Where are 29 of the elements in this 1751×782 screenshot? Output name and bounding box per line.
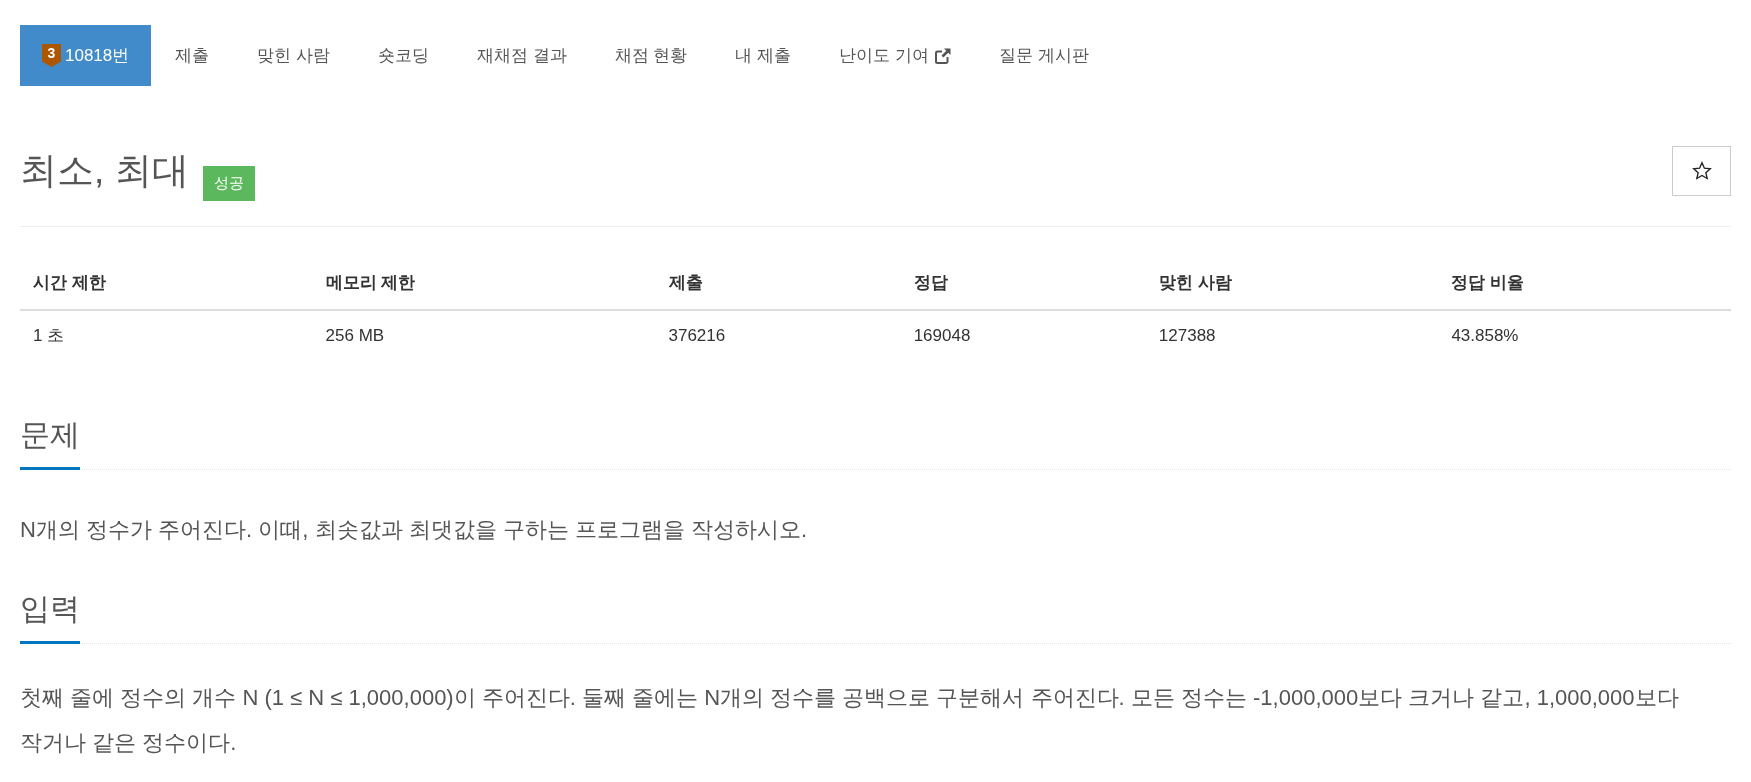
section-heading: 입력 bbox=[20, 591, 80, 644]
section-heading: 문제 bbox=[20, 417, 80, 470]
section-paragraph: 첫째 줄에 정수의 개수 N (1 ≤ N ≤ 1,000,000)이 주어진다. 둘째 줄에는 N개의 정수를 공백으로 구분해서 주어진다. 모든 정수는 -1,000,000보다 크거나 같고, 1,000,000보다 작거나 같은 정수이다. bbox=[20, 684, 1680, 757]
nav-tab[interactable]: 3 10818번 bbox=[20, 25, 152, 86]
nav-tab[interactable]: 맞힌 사람 bbox=[233, 25, 354, 86]
table-cell: 256 MB bbox=[312, 310, 656, 361]
column-header: 정답 bbox=[900, 257, 1146, 310]
table-cell: 127388 bbox=[1145, 310, 1439, 361]
nav-tab[interactable]: 제출 bbox=[151, 25, 234, 86]
column-header: 맞힌 사람 bbox=[1145, 257, 1439, 310]
section-paragraph: N개의 정수가 주어진다. 이때, 최솟값과 최댓값을 구하는 프로그램을 작성하시오. bbox=[20, 516, 809, 544]
nav-tab[interactable]: 채점 현황 bbox=[590, 25, 712, 86]
star-button[interactable] bbox=[1672, 146, 1731, 196]
column-header: 메모리 제한 bbox=[312, 257, 656, 310]
status-badge: 성공 bbox=[202, 166, 255, 201]
nav-tab[interactable]: 숏코딩 bbox=[354, 25, 453, 86]
nav-tab[interactable]: 난이도 기여 bbox=[815, 25, 975, 86]
table-cell: 1 초 bbox=[20, 310, 313, 361]
nav-tab[interactable]: 내 제출 bbox=[711, 25, 816, 86]
tier-badge: 3 bbox=[42, 44, 61, 67]
column-header: 제출 bbox=[655, 257, 901, 310]
table-cell: 169048 bbox=[900, 310, 1146, 361]
problem-title: 최소, 최대 bbox=[20, 149, 189, 193]
table-cell: 43.858% bbox=[1438, 310, 1731, 361]
table-cell: 376216 bbox=[655, 310, 901, 361]
nav-tab[interactable]: 재채점 결과 bbox=[453, 25, 591, 86]
column-header: 정답 비율 bbox=[1438, 257, 1731, 310]
column-header: 시간 제한 bbox=[20, 257, 313, 310]
nav-tab[interactable]: 질문 게시판 bbox=[974, 25, 1113, 86]
